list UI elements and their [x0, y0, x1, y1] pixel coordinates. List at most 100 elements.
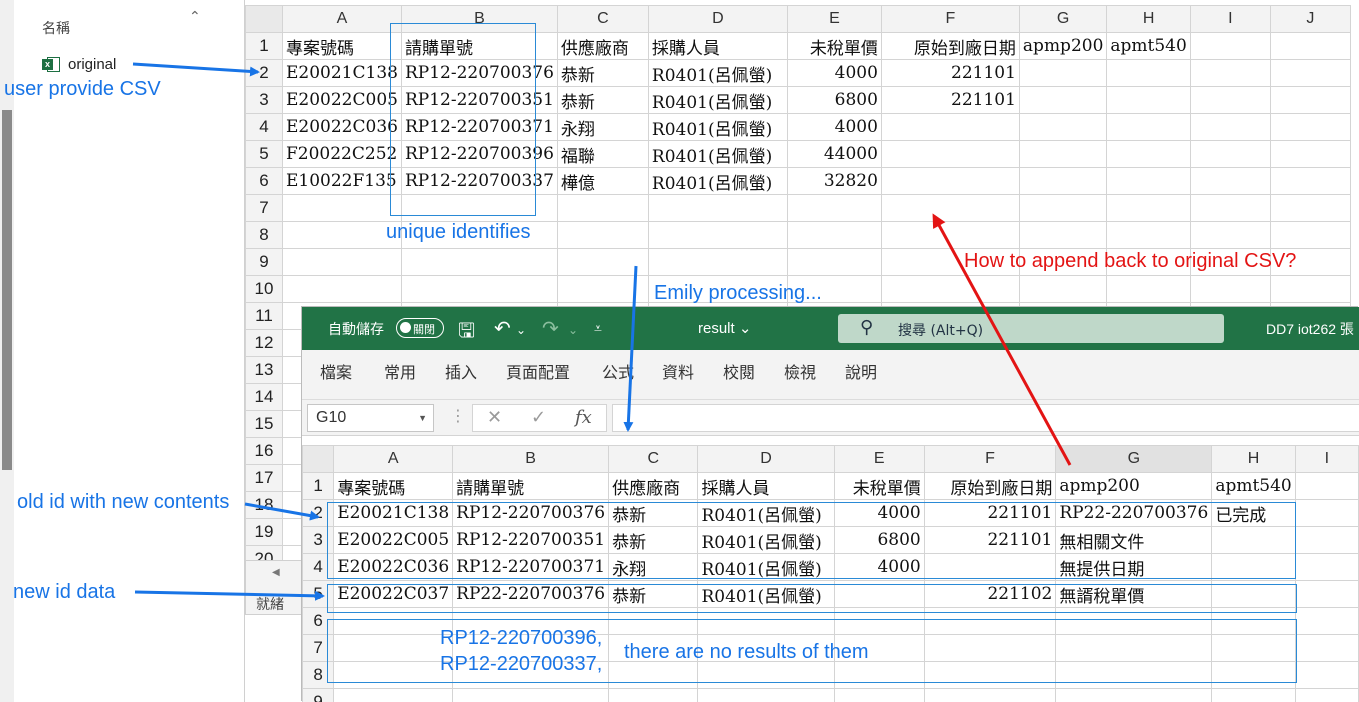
cell[interactable]: apmt540 — [1106, 32, 1191, 60]
cell[interactable] — [282, 194, 402, 222]
file-item-original[interactable]: x original — [42, 53, 116, 75]
cell[interactable] — [282, 248, 402, 276]
cell[interactable] — [1189, 86, 1271, 114]
column-header-c[interactable]: C — [556, 5, 649, 33]
column-header-d[interactable]: D — [647, 5, 788, 33]
cell[interactable] — [697, 688, 835, 702]
cell[interactable]: apmp200 — [1055, 472, 1213, 500]
cell[interactable]: 32820 — [786, 167, 882, 195]
cell[interactable]: R0401(呂佩螢) — [647, 167, 788, 195]
cell[interactable]: F20022C252 — [282, 140, 402, 168]
cell[interactable] — [1294, 553, 1359, 581]
cell[interactable] — [1294, 499, 1359, 527]
search-box[interactable]: ⚲ 搜尋 (Alt+Q) — [838, 314, 1224, 343]
cell[interactable] — [1269, 32, 1351, 60]
row-header[interactable]: 9 — [302, 688, 335, 702]
cell[interactable]: 原始到廠日期 — [923, 472, 1057, 500]
cell[interactable] — [1018, 194, 1108, 222]
cell[interactable]: 專案號碼 — [333, 472, 454, 500]
column-header-e[interactable]: E — [786, 5, 882, 33]
cell[interactable] — [400, 248, 558, 276]
column-header-i[interactable]: I — [1189, 5, 1271, 33]
row-header[interactable]: 1 — [302, 472, 335, 500]
cell[interactable] — [1294, 580, 1359, 608]
row-header[interactable]: 9 — [245, 248, 283, 276]
cell[interactable] — [1189, 140, 1271, 168]
cell[interactable]: 請購單號 — [452, 472, 610, 500]
ribbon-tab[interactable]: 資料 — [662, 359, 694, 383]
column-header-j[interactable]: J — [1269, 5, 1351, 33]
cell[interactable]: 採購人員 — [647, 32, 788, 60]
cell[interactable] — [1106, 275, 1191, 303]
cell[interactable] — [1189, 32, 1271, 60]
ribbon-tab[interactable]: 頁面配置 — [506, 359, 570, 383]
name-column-header[interactable]: 名稱 — [42, 18, 70, 38]
cell[interactable] — [1018, 59, 1108, 87]
autosave-toggle[interactable]: 關閉 — [396, 318, 444, 338]
cell[interactable] — [1189, 167, 1271, 195]
cell[interactable] — [1106, 140, 1191, 168]
cell[interactable]: E20021C138 — [282, 59, 402, 87]
cell[interactable] — [1106, 86, 1191, 114]
cell[interactable] — [556, 194, 649, 222]
cell[interactable] — [556, 275, 649, 303]
document-title[interactable]: result ⌄ — [698, 319, 751, 337]
ribbon-tab[interactable]: 檢視 — [784, 359, 816, 383]
cell[interactable] — [833, 688, 925, 702]
cell[interactable]: 專案號碼 — [282, 32, 402, 60]
name-box-dropdown-icon[interactable]: ▼ — [418, 405, 427, 431]
cell[interactable] — [880, 275, 1020, 303]
column-header-g[interactable]: G — [1055, 445, 1213, 473]
cell[interactable] — [1106, 167, 1191, 195]
cell[interactable] — [282, 221, 402, 249]
explorer-scrollbar[interactable] — [0, 0, 14, 702]
cell[interactable]: R0401(呂佩螢) — [647, 59, 788, 87]
cell[interactable] — [647, 221, 788, 249]
cancel-icon[interactable]: ✕ — [487, 407, 502, 428]
cell[interactable] — [647, 194, 788, 222]
cell[interactable]: 恭新 — [556, 59, 649, 87]
cell[interactable] — [1018, 86, 1108, 114]
row-header[interactable]: 10 — [245, 275, 283, 303]
cell[interactable] — [1189, 194, 1271, 222]
cell[interactable]: apmp200 — [1018, 32, 1108, 60]
cell[interactable] — [1269, 221, 1351, 249]
name-box[interactable]: G10 ▼ — [307, 404, 434, 432]
cell[interactable] — [1189, 59, 1271, 87]
cell[interactable] — [1018, 275, 1108, 303]
cell[interactable] — [452, 688, 610, 702]
row-header[interactable]: 8 — [245, 221, 283, 249]
row-header[interactable]: 4 — [245, 113, 283, 141]
cell[interactable] — [647, 248, 788, 276]
cell[interactable] — [556, 221, 649, 249]
cell[interactable] — [880, 194, 1020, 222]
cell[interactable] — [786, 221, 882, 249]
row-header[interactable]: 19 — [245, 518, 283, 546]
formula-input[interactable] — [612, 404, 1359, 432]
cell[interactable] — [1269, 275, 1351, 303]
insert-function-icon[interactable]: fx — [575, 407, 592, 428]
column-header-c[interactable]: C — [608, 445, 699, 473]
cell[interactable] — [880, 167, 1020, 195]
row-header[interactable]: 17 — [245, 464, 283, 492]
row-header[interactable]: 2 — [245, 59, 283, 87]
cell[interactable]: 未稅單價 — [786, 32, 882, 60]
cell[interactable]: 採購人員 — [697, 472, 835, 500]
cell[interactable] — [880, 221, 1020, 249]
cell[interactable]: 6800 — [786, 86, 882, 114]
cell[interactable]: 4000 — [786, 113, 882, 141]
column-header-a[interactable]: A — [282, 5, 402, 33]
row-header[interactable]: 11 — [245, 302, 283, 330]
enter-icon[interactable]: ✓ — [531, 407, 546, 428]
cell[interactable] — [1189, 275, 1271, 303]
save-icon[interactable]: 🖫 — [458, 316, 475, 350]
cell[interactable]: 供應廠商 — [608, 472, 699, 500]
customize-toolbar-icon[interactable]: ⩡ — [594, 320, 602, 337]
row-header[interactable]: 18 — [245, 491, 283, 519]
cell[interactable] — [1269, 140, 1351, 168]
column-header-f[interactable]: F — [880, 5, 1020, 33]
cell[interactable] — [1211, 688, 1296, 702]
column-header-e[interactable]: E — [833, 445, 925, 473]
cell[interactable] — [786, 248, 882, 276]
cell[interactable] — [1294, 688, 1359, 702]
